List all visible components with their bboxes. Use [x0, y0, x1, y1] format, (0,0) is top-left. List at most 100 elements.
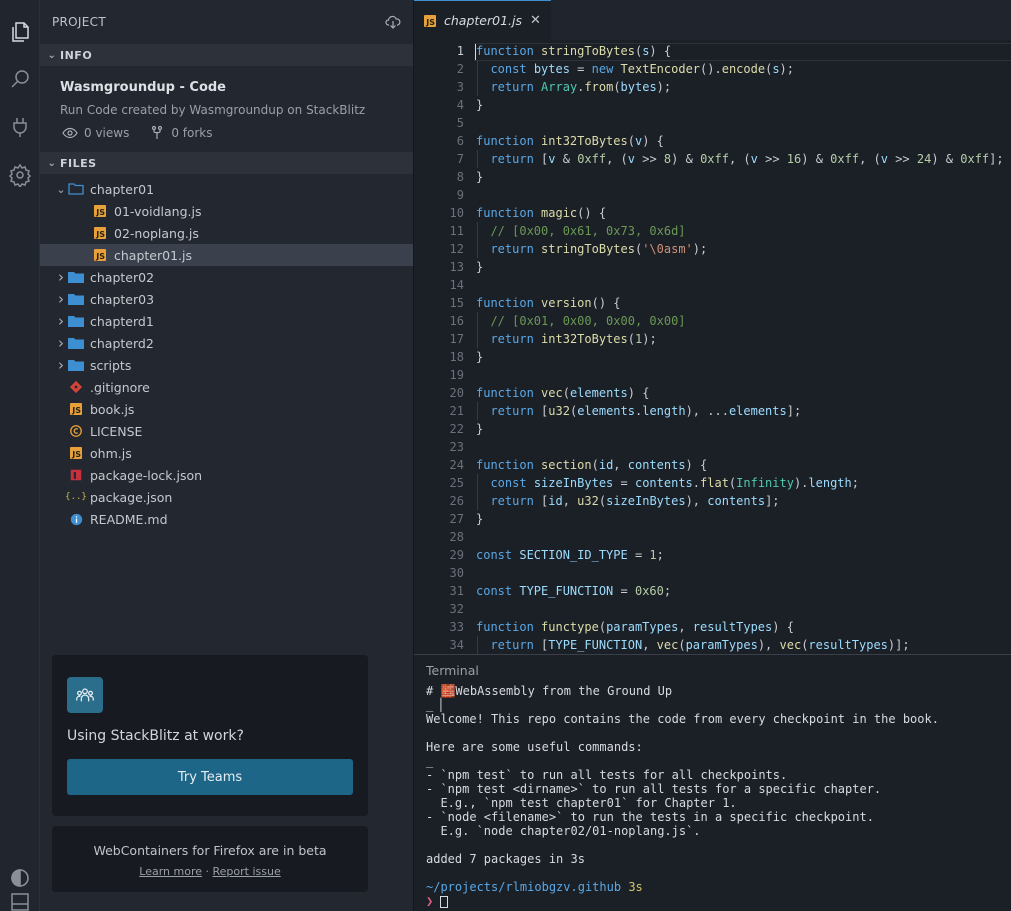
file-tree-item-label: README.md	[90, 511, 168, 527]
files-section-header[interactable]: ⌄ FILES	[40, 152, 413, 174]
file-tree-item-label: chapter03	[90, 291, 155, 307]
file-tree-item[interactable]: JS ohm.js	[40, 442, 413, 464]
file-tree: ⌄ chapter01 JS 01-voidlang.js JS 02-noplang.j…	[40, 174, 413, 530]
file-tree-item-label: chapter02	[90, 269, 155, 285]
line-number: 16	[449, 314, 464, 328]
file-tree-item-label: chapterd2	[90, 335, 154, 351]
line-number: 29	[449, 548, 464, 562]
search-icon[interactable]	[4, 63, 36, 95]
code-line: const sizeInBytes = contents.flat(Infini…	[490, 476, 859, 490]
js-file-icon: JS	[424, 14, 436, 27]
theme-toggle-icon[interactable]	[4, 862, 36, 894]
terminal-panel[interactable]: Terminal # 🧱WebAssembly from the Ground …	[414, 654, 1011, 911]
license-icon	[68, 423, 84, 439]
line-number: 10	[449, 206, 464, 220]
terminal-cwd-line: ~/projects/rlmiobgzv.github 3s	[426, 880, 939, 894]
file-tree-item[interactable]: › chapter03	[40, 288, 413, 310]
file-tree-item[interactable]: ⌄ chapter01	[40, 178, 413, 200]
line-number: 14	[449, 278, 464, 292]
file-tree-item-label: 01-voidlang.js	[114, 203, 202, 219]
line-number: 4	[456, 98, 464, 112]
folder-icon	[68, 335, 84, 351]
file-tree-item[interactable]: JS book.js	[40, 398, 413, 420]
report-issue-link[interactable]: Report issue	[213, 865, 281, 878]
teams-icon	[67, 677, 103, 713]
code-area[interactable]: 1 function stringToBytes(s) {2 const byte…	[414, 41, 1011, 654]
chevron-right-icon: ›	[58, 334, 64, 352]
sidebar: PROJECT ⌄ INFO Wasmgroundup - Code Run C…	[40, 0, 414, 911]
fork-icon	[149, 125, 165, 141]
file-tree-item[interactable]: › chapter02	[40, 266, 413, 288]
try-teams-button[interactable]: Try Teams	[67, 759, 353, 795]
line-number: 11	[449, 224, 464, 238]
chevron-down-icon: ⌄	[56, 182, 66, 196]
line-number: 26	[449, 494, 464, 508]
learn-more-link[interactable]: Learn more	[139, 865, 202, 878]
folder-icon	[68, 313, 84, 329]
chevron-down-icon: ⌄	[47, 157, 57, 169]
info-section-header[interactable]: ⌄ INFO	[40, 44, 413, 66]
line-number: 3	[456, 80, 464, 94]
line-number: 9	[456, 188, 464, 202]
file-tree-item[interactable]: JS chapter01.js	[40, 244, 413, 266]
file-tree-item[interactable]: package-lock.json	[40, 464, 413, 486]
code-line: const bytes = new TextEncoder().encode(s…	[490, 62, 794, 76]
folder-icon	[68, 269, 84, 285]
file-tree-item[interactable]: LICENSE	[40, 420, 413, 442]
code-line: function magic() {	[476, 206, 607, 220]
line-number: 15	[449, 296, 464, 310]
file-tree-item-label: chapterd1	[90, 313, 154, 329]
file-tree-item[interactable]: › chapterd1	[40, 310, 413, 332]
file-tree-item[interactable]: .gitignore	[40, 376, 413, 398]
chevron-down-icon: ⌄	[47, 49, 57, 61]
file-tree-item[interactable]: {..} package.json	[40, 486, 413, 508]
npm-icon	[68, 467, 84, 483]
code-line: const SECTION_ID_TYPE = 1;	[476, 548, 664, 562]
cloud-download-icon[interactable]	[385, 14, 401, 30]
code-line: return [v & 0xff, (v >> 8) & 0xff, (v >>…	[490, 152, 1004, 166]
line-number: 18	[449, 350, 464, 364]
file-tree-item[interactable]: JS 02-noplang.js	[40, 222, 413, 244]
folder-icon	[68, 357, 84, 373]
eye-icon	[62, 125, 78, 141]
code-line: return int32ToBytes(1);	[490, 332, 657, 346]
close-icon[interactable]: ✕	[530, 13, 541, 28]
file-tree-item[interactable]: › chapterd2	[40, 332, 413, 354]
firefox-beta-text: WebContainers for Firefox are in beta	[93, 843, 327, 858]
code-line: return [u32(elements.length), ...element…	[490, 404, 802, 418]
terminal-output: # 🧱WebAssembly from the Ground Up _ ▏ Welc…	[426, 684, 939, 908]
tabbar-empty-space	[550, 0, 1011, 40]
line-number: 30	[449, 566, 464, 580]
js-file-icon: JS	[92, 247, 108, 263]
panel-icon[interactable]	[4, 893, 36, 911]
file-tree-item-label: book.js	[90, 401, 135, 417]
terminal-prompt-line[interactable]: ❯	[426, 894, 939, 908]
line-number: 20	[449, 386, 464, 400]
terminal-line: _	[426, 754, 434, 768]
terminal-cursor	[440, 895, 449, 908]
file-tree-item-label: .gitignore	[90, 379, 150, 395]
code-line: }	[476, 422, 484, 436]
file-tree-item[interactable]: README.md	[40, 508, 413, 530]
file-tree-item[interactable]: › scripts	[40, 354, 413, 376]
line-number: 28	[449, 530, 464, 544]
files-icon[interactable]	[4, 16, 36, 48]
line-number: 8	[456, 170, 464, 184]
terminal-line: added 7 packages in 3s	[426, 852, 585, 866]
chevron-right-icon: ›	[58, 268, 64, 286]
file-tree-item-label: chapter01	[90, 181, 155, 197]
project-label: PROJECT	[52, 15, 106, 29]
project-title: Wasmgroundup - Code	[60, 80, 226, 95]
line-number: 23	[449, 440, 464, 454]
firefox-beta-card: WebContainers for Firefox are in beta Le…	[52, 826, 368, 892]
plug-icon[interactable]	[4, 111, 36, 143]
line-number: 27	[449, 512, 464, 526]
tab-chapter01-js[interactable]: JS chapter01.js ✕	[414, 0, 551, 40]
project-info: Wasmgroundup - Code Run Code created by …	[40, 66, 413, 149]
code-line: }	[476, 260, 484, 274]
gear-icon[interactable]	[4, 159, 36, 191]
chevron-right-icon: ›	[58, 312, 64, 330]
file-tree-item[interactable]: JS 01-voidlang.js	[40, 200, 413, 222]
